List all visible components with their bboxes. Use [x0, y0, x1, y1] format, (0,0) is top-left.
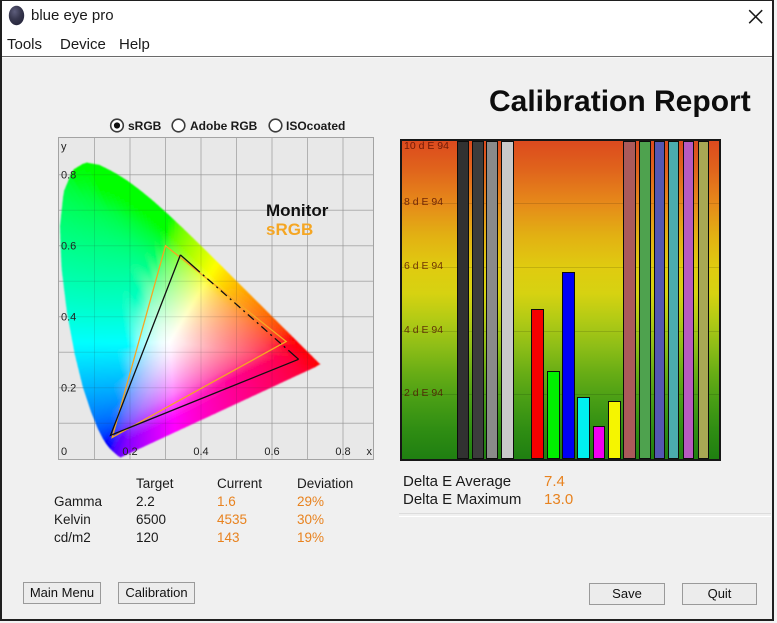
svg-text:Monitor: Monitor	[266, 201, 329, 220]
svg-text:y: y	[61, 141, 67, 153]
svg-text:0.2: 0.2	[61, 383, 76, 395]
svg-text:sRGB: sRGB	[266, 220, 313, 239]
svg-text:0.4: 0.4	[61, 312, 76, 324]
svg-text:0.6: 0.6	[264, 446, 279, 458]
svg-text:x: x	[367, 446, 373, 458]
svg-text:0: 0	[61, 446, 67, 458]
svg-text:0.8: 0.8	[335, 446, 350, 458]
svg-text:0.6: 0.6	[61, 241, 76, 253]
svg-text:0.8: 0.8	[61, 170, 76, 182]
svg-text:0.2: 0.2	[122, 446, 137, 458]
svg-text:0.4: 0.4	[193, 446, 208, 458]
